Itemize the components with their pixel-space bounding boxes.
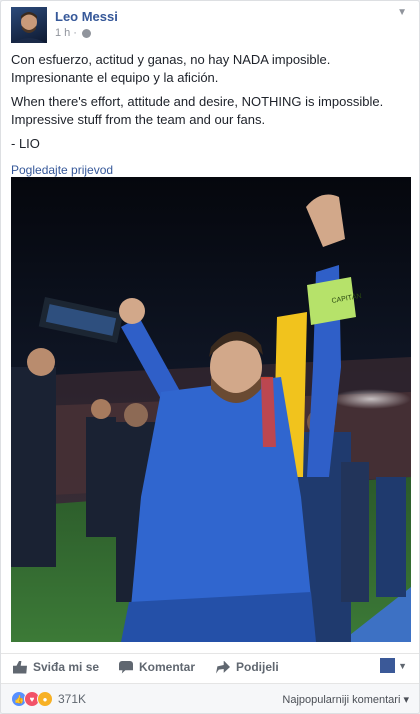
sort-caret-icon: ▾ — [403, 694, 409, 706]
post-paragraph-es: Con esfuerzo, actitud y ganas, no hay NA… — [11, 52, 331, 85]
post-paragraph-en: When there's effort, attitude and desire… — [11, 94, 384, 127]
post-actions-bar: Sviđa mi se Komentar Podijeli ▼ — [1, 653, 419, 682]
share-icon — [216, 660, 230, 674]
post-photo[interactable]: CAPITÁN — [11, 177, 411, 642]
share-button-label: Podijeli — [236, 660, 279, 674]
author-name[interactable]: Leo Messi — [55, 9, 118, 24]
share-button[interactable]: Podijeli — [216, 660, 279, 674]
thumbs-up-icon — [13, 660, 27, 674]
post-card: Leo Messi 1 h · ▼ Con esfuerzo, actitud … — [0, 0, 420, 714]
post-timestamp[interactable]: 1 h — [55, 27, 70, 39]
post-text: Con esfuerzo, actitud y ganas, no hay NA… — [11, 51, 413, 179]
post-signature: - LIO — [11, 136, 40, 151]
reaction-summary[interactable]: 👍 ♥ ● 371K — [11, 691, 86, 707]
comment-button[interactable]: Komentar — [119, 660, 195, 674]
comment-button-label: Komentar — [139, 660, 196, 674]
globe-icon — [81, 28, 91, 38]
caret-down-icon: ▼ — [398, 660, 407, 671]
meta-separator: · — [73, 27, 77, 39]
like-button-label: Sviđa mi se — [33, 660, 100, 674]
wow-icon: ● — [37, 691, 53, 707]
viewer-avatar — [380, 658, 396, 673]
like-button[interactable]: Sviđa mi se — [13, 660, 99, 674]
chevron-down-icon[interactable]: ▼ — [397, 7, 407, 18]
post-meta: 1 h · — [55, 27, 91, 39]
comment-sort-dropdown[interactable]: Najpopularniji komentari ▾ — [282, 693, 409, 706]
post-header: Leo Messi 1 h · ▼ — [11, 7, 411, 43]
post-as-selector[interactable]: ▼ — [380, 658, 407, 673]
comment-icon — [119, 660, 133, 674]
comment-sort-label: Najpopularniji komentari — [282, 694, 401, 706]
reactions-bar: 👍 ♥ ● 371K Najpopularniji komentari ▾ — [1, 683, 419, 713]
reaction-count: 371K — [58, 692, 87, 706]
author-avatar[interactable] — [11, 7, 47, 43]
